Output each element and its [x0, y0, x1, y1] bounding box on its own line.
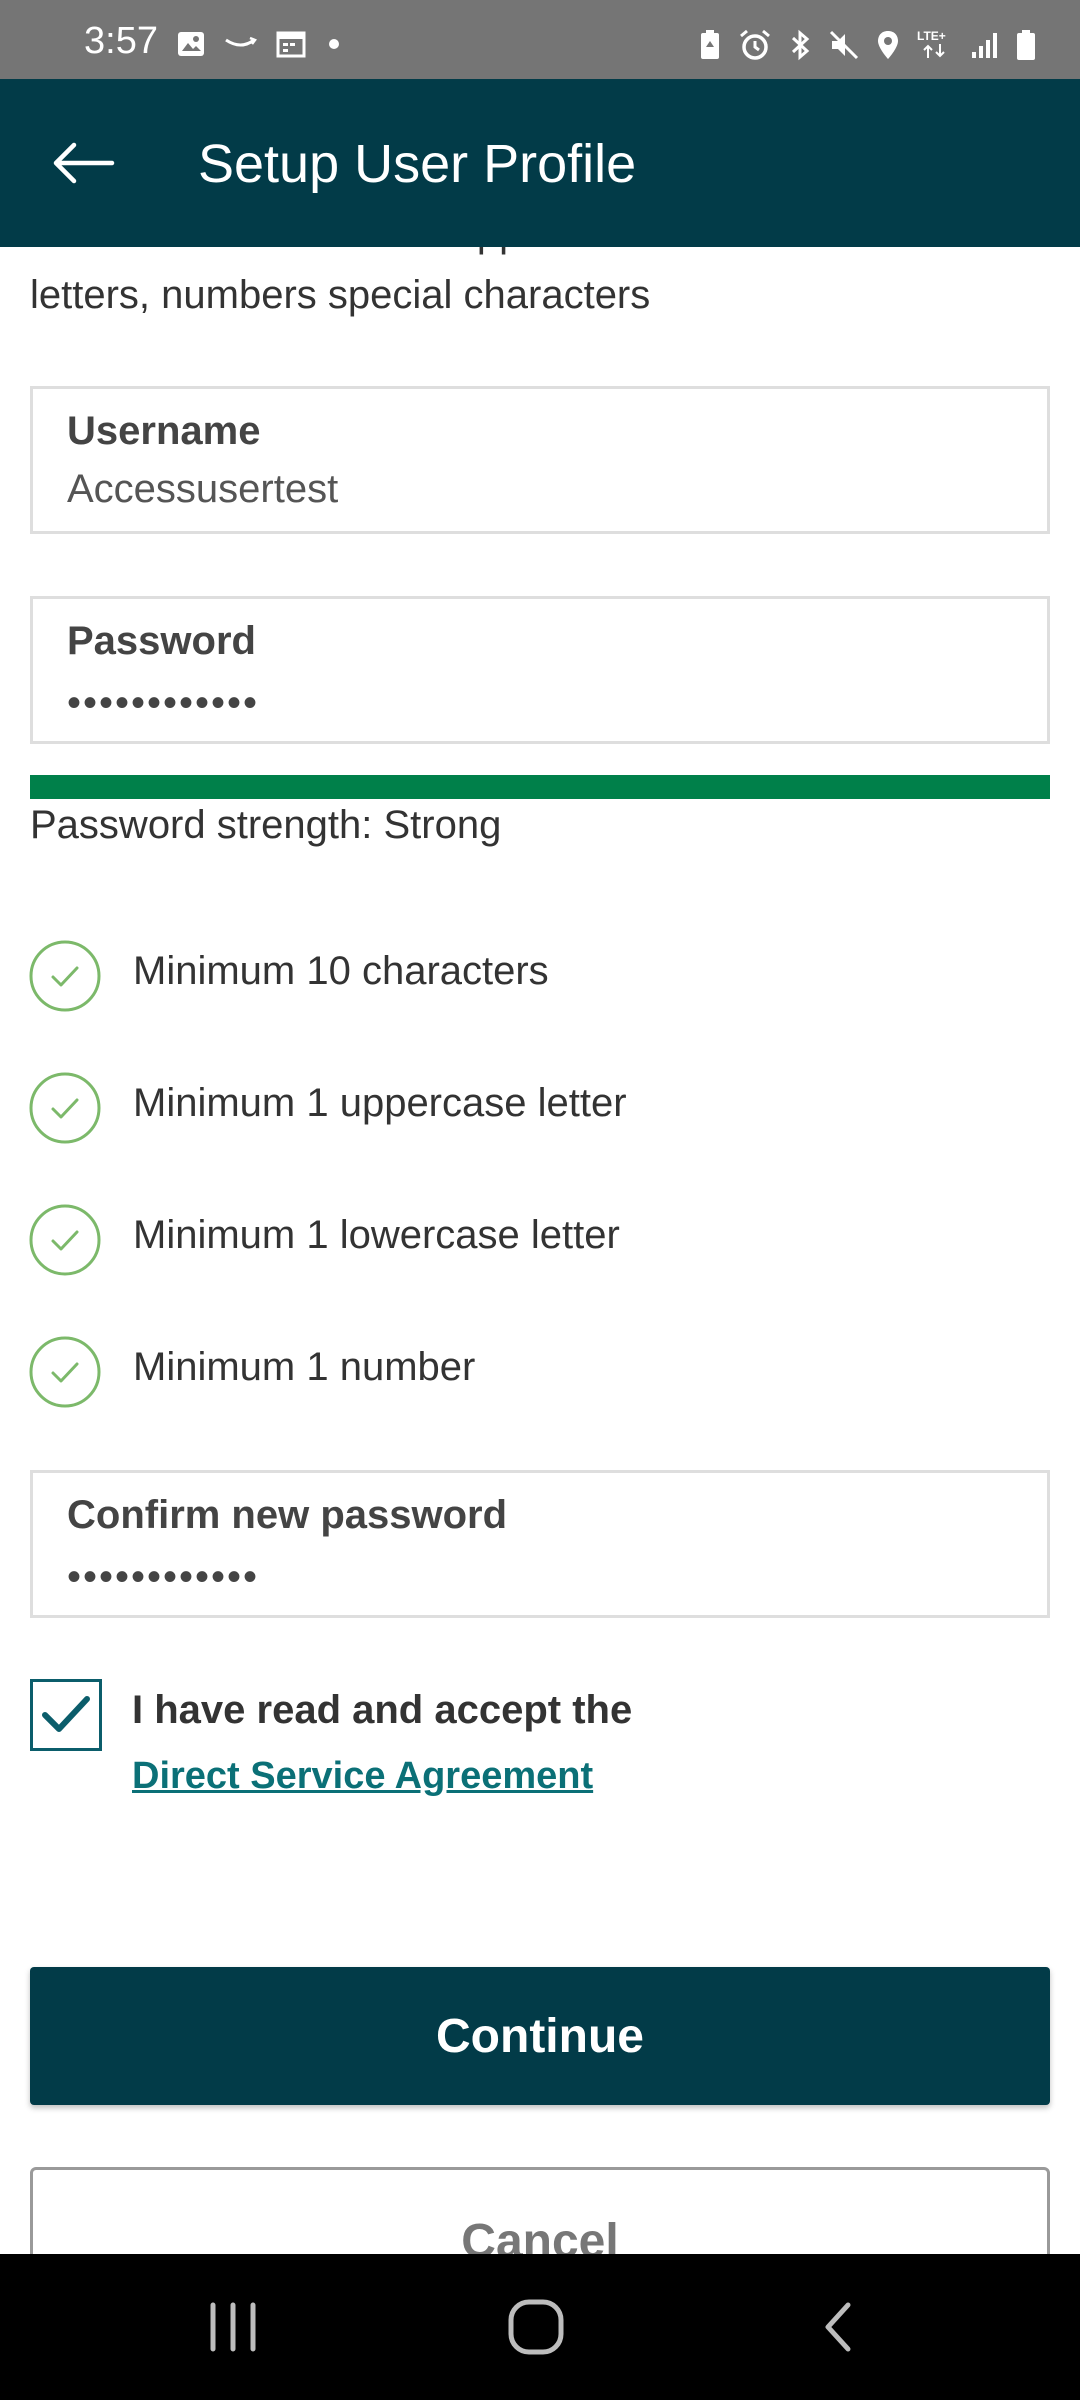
- chevron-left-icon: [825, 2302, 851, 2352]
- check-circle-icon: [29, 1336, 101, 1408]
- lte-label: LTE+: [917, 29, 946, 43]
- agreement-text: I have read and accept the: [132, 1688, 633, 1732]
- confirm-password-label: Confirm new password: [67, 1493, 508, 1537]
- amazon-icon: [224, 34, 258, 59]
- password-strength-text: Password strength: Strong: [30, 803, 502, 847]
- lte-icon: LTE+: [916, 28, 954, 67]
- password-strength-bar: [30, 775, 1050, 799]
- password-field[interactable]: Password ••••••••••••: [30, 596, 1050, 744]
- home-icon: [508, 2299, 564, 2355]
- requirement-item: Minimum 1 number: [28, 1335, 1028, 1411]
- battery-saver-icon: [698, 29, 722, 66]
- requirement-label: Minimum 10 characters: [133, 949, 549, 993]
- requirement-label: Minimum 1 number: [133, 1345, 476, 1389]
- confirm-password-input[interactable]: ••••••••••••: [67, 1555, 259, 1600]
- app-bar: Setup User Profile: [0, 79, 1080, 247]
- password-input[interactable]: ••••••••••••: [67, 681, 259, 726]
- password-rules-text: letters, numbers special characters: [30, 273, 651, 317]
- calendar-icon: [276, 30, 306, 63]
- cancel-button[interactable]: Cancel: [30, 2167, 1050, 2254]
- signal-icon: [970, 30, 1000, 65]
- agreement-checkbox[interactable]: [30, 1679, 102, 1751]
- alarm-icon: [738, 29, 772, 66]
- check-circle-icon: [29, 1072, 101, 1144]
- image-icon: [176, 30, 206, 63]
- direct-service-agreement-link[interactable]: Direct Service Agreement: [132, 1755, 593, 1798]
- status-bar: 3:57 LTE+: [0, 0, 1080, 79]
- intro-partial-line: Password must contain upper and lower ca…: [30, 247, 837, 256]
- back-nav-button[interactable]: [758, 2254, 918, 2400]
- status-right-icons: LTE+: [698, 28, 1036, 67]
- username-field[interactable]: Username Accessusertest: [30, 386, 1050, 534]
- back-button[interactable]: [38, 124, 128, 202]
- requirement-item: Minimum 1 uppercase letter: [28, 1071, 1028, 1147]
- username-input[interactable]: Accessusertest: [67, 467, 338, 512]
- location-icon: [876, 29, 900, 66]
- continue-button[interactable]: Continue: [30, 1967, 1050, 2105]
- form-content[interactable]: Password must contain upper and lower ca…: [0, 247, 1080, 2254]
- recent-apps-button[interactable]: [153, 2254, 313, 2400]
- home-button[interactable]: [456, 2254, 616, 2400]
- dot-icon: [324, 34, 344, 59]
- checkmark-icon: [42, 1696, 90, 1732]
- requirement-item: Minimum 10 characters: [28, 939, 1028, 1015]
- password-label: Password: [67, 619, 256, 663]
- status-left-icons: [176, 30, 344, 63]
- mute-icon: [828, 29, 860, 66]
- check-circle-icon: [29, 1204, 101, 1276]
- bluetooth-icon: [788, 29, 812, 66]
- status-time: 3:57: [84, 20, 158, 62]
- system-nav-bar: [0, 2254, 1080, 2400]
- recent-apps-icon: [210, 2302, 256, 2352]
- requirement-label: Minimum 1 lowercase letter: [133, 1213, 620, 1257]
- username-label: Username: [67, 409, 261, 453]
- page-title: Setup User Profile: [198, 134, 637, 194]
- password-strength-fill: [30, 775, 1050, 799]
- battery-icon: [1016, 29, 1036, 66]
- requirement-item: Minimum 1 lowercase letter: [28, 1203, 1028, 1279]
- confirm-password-field[interactable]: Confirm new password ••••••••••••: [30, 1470, 1050, 1618]
- arrow-left-icon: [53, 142, 115, 184]
- check-circle-icon: [29, 940, 101, 1012]
- requirement-label: Minimum 1 uppercase letter: [133, 1081, 627, 1125]
